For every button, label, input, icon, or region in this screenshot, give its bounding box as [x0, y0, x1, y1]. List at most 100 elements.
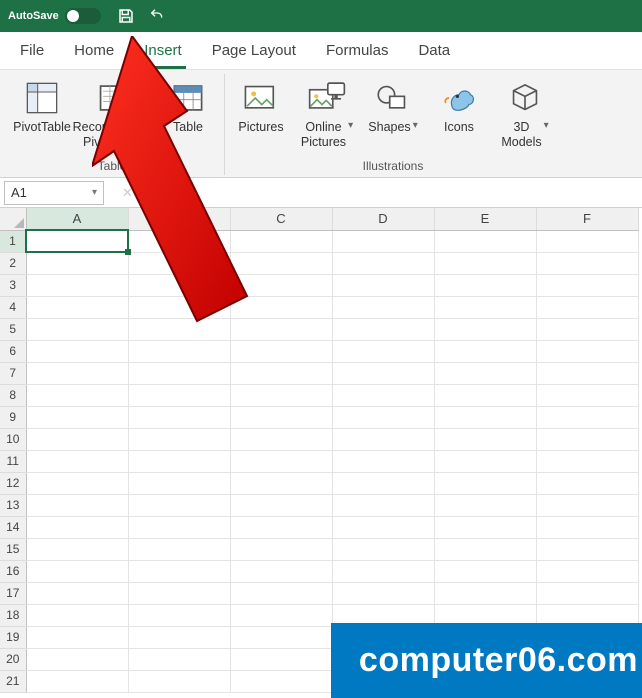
cell[interactable]: [128, 428, 230, 450]
row-header[interactable]: 17: [0, 582, 26, 604]
cell[interactable]: [26, 274, 128, 296]
cell[interactable]: [434, 296, 536, 318]
pictures-button[interactable]: Pictures: [231, 76, 291, 150]
cancel-icon[interactable]: ✕: [122, 185, 133, 201]
cell[interactable]: [26, 626, 128, 648]
cell[interactable]: [128, 626, 230, 648]
cell[interactable]: [434, 318, 536, 340]
cell[interactable]: [128, 604, 230, 626]
row-header[interactable]: 2: [0, 252, 26, 274]
cell[interactable]: [230, 406, 332, 428]
cell[interactable]: [128, 230, 230, 252]
cell[interactable]: [536, 384, 638, 406]
spreadsheet-grid[interactable]: A B C D E F 1234567891011121314151617181…: [0, 208, 642, 693]
cell[interactable]: [332, 494, 434, 516]
column-header[interactable]: C: [230, 208, 332, 230]
enter-icon[interactable]: ✓: [139, 185, 150, 201]
cell[interactable]: [332, 362, 434, 384]
cell[interactable]: [230, 362, 332, 384]
cell[interactable]: [434, 428, 536, 450]
select-all-corner[interactable]: [0, 208, 26, 230]
row-header[interactable]: 13: [0, 494, 26, 516]
formula-input[interactable]: [187, 181, 642, 205]
cell[interactable]: [128, 274, 230, 296]
cell[interactable]: [26, 670, 128, 692]
cell[interactable]: [26, 560, 128, 582]
cell[interactable]: [434, 582, 536, 604]
cell[interactable]: [536, 318, 638, 340]
cell[interactable]: [26, 384, 128, 406]
cell[interactable]: [434, 560, 536, 582]
cell[interactable]: [128, 340, 230, 362]
cell[interactable]: [332, 560, 434, 582]
cell[interactable]: [230, 604, 332, 626]
cell[interactable]: [332, 384, 434, 406]
cell[interactable]: [434, 340, 536, 362]
online-pictures-button[interactable]: Online Pictures▾: [297, 76, 357, 152]
cell[interactable]: [332, 274, 434, 296]
cell[interactable]: [230, 538, 332, 560]
cell[interactable]: [230, 670, 332, 692]
column-header[interactable]: F: [536, 208, 638, 230]
cell[interactable]: [536, 472, 638, 494]
row-header[interactable]: 18: [0, 604, 26, 626]
3d-models-button[interactable]: 3D Models▾: [495, 76, 555, 152]
cell[interactable]: [26, 230, 128, 252]
cell[interactable]: [536, 538, 638, 560]
cell[interactable]: [128, 384, 230, 406]
cell[interactable]: [230, 516, 332, 538]
cell[interactable]: [26, 604, 128, 626]
cell[interactable]: [332, 428, 434, 450]
cell[interactable]: [230, 472, 332, 494]
cell[interactable]: [536, 494, 638, 516]
cell[interactable]: [230, 582, 332, 604]
cell[interactable]: [26, 340, 128, 362]
tab-formulas[interactable]: Formulas: [322, 34, 393, 69]
row-header[interactable]: 11: [0, 450, 26, 472]
cell[interactable]: [128, 450, 230, 472]
cell[interactable]: [128, 472, 230, 494]
cell[interactable]: [434, 384, 536, 406]
row-header[interactable]: 4: [0, 296, 26, 318]
pivottable-button[interactable]: PivotTable: [12, 76, 72, 150]
shapes-button[interactable]: Shapes▾: [363, 76, 423, 150]
cell[interactable]: [26, 406, 128, 428]
cell[interactable]: [128, 494, 230, 516]
cell[interactable]: [536, 252, 638, 274]
cell[interactable]: [230, 626, 332, 648]
cell[interactable]: [26, 296, 128, 318]
cell[interactable]: [230, 340, 332, 362]
cell[interactable]: [332, 406, 434, 428]
tab-data[interactable]: Data: [414, 34, 454, 69]
row-header[interactable]: 12: [0, 472, 26, 494]
cell[interactable]: [434, 406, 536, 428]
cell[interactable]: [536, 560, 638, 582]
row-header[interactable]: 5: [0, 318, 26, 340]
cell[interactable]: [26, 450, 128, 472]
cell[interactable]: [332, 340, 434, 362]
table-button[interactable]: Table: [158, 76, 218, 150]
cell[interactable]: [332, 296, 434, 318]
cell[interactable]: [128, 582, 230, 604]
cell[interactable]: [434, 362, 536, 384]
cell[interactable]: [26, 252, 128, 274]
autosave-toggle[interactable]: AutoSave: [8, 8, 101, 24]
cell[interactable]: [26, 318, 128, 340]
cell[interactable]: [536, 274, 638, 296]
row-header[interactable]: 7: [0, 362, 26, 384]
cell[interactable]: [332, 516, 434, 538]
name-box[interactable]: A1 ▾: [4, 181, 104, 205]
cell[interactable]: [536, 362, 638, 384]
cell[interactable]: [128, 362, 230, 384]
cell[interactable]: [26, 472, 128, 494]
cell[interactable]: [230, 428, 332, 450]
cell[interactable]: [434, 230, 536, 252]
cell[interactable]: [536, 296, 638, 318]
cell[interactable]: [536, 406, 638, 428]
row-header[interactable]: 15: [0, 538, 26, 560]
icons-button[interactable]: Icons: [429, 76, 489, 150]
cell[interactable]: [230, 450, 332, 472]
cell[interactable]: [230, 274, 332, 296]
cell[interactable]: [536, 230, 638, 252]
column-header[interactable]: E: [434, 208, 536, 230]
